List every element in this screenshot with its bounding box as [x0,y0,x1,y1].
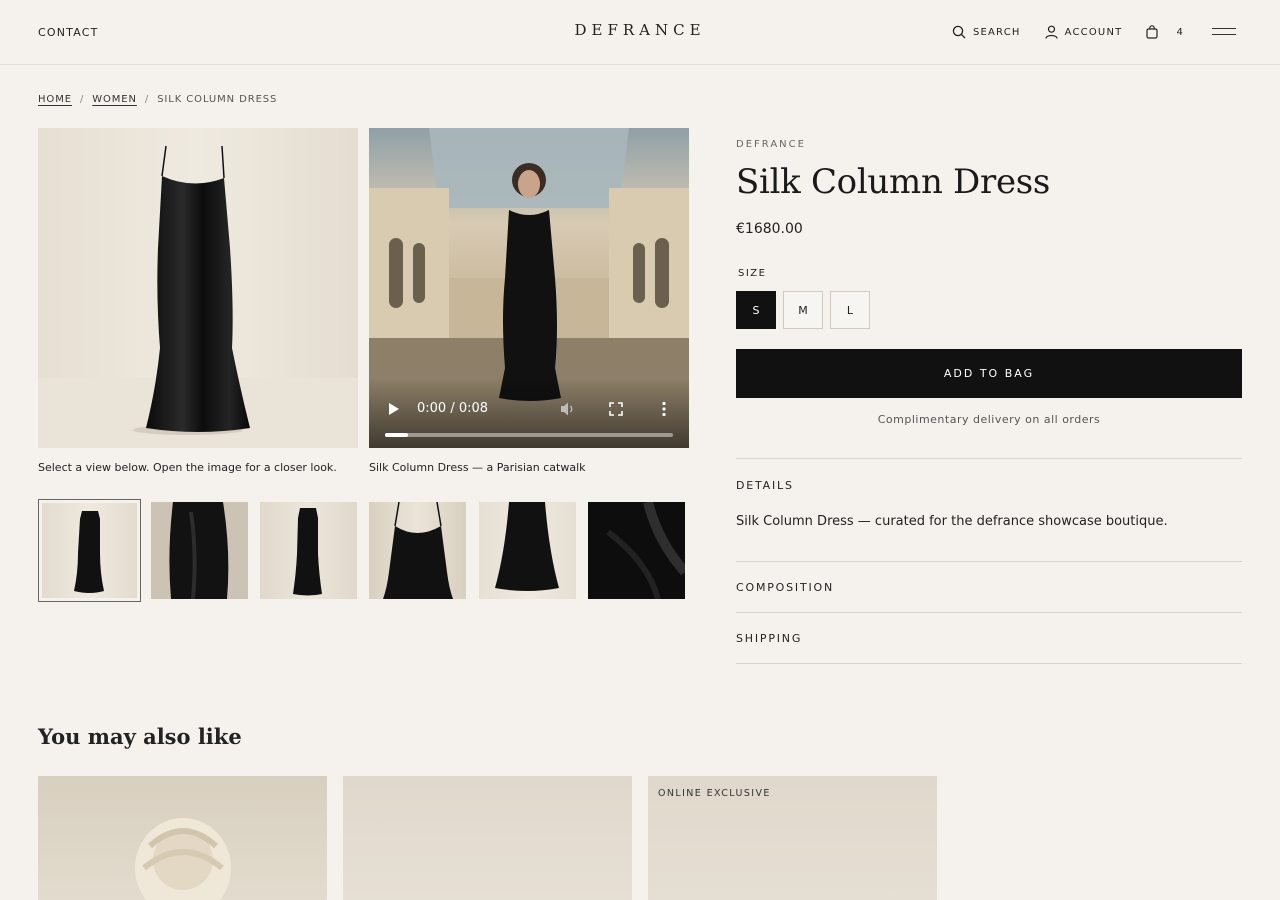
delivery-note: Complimentary delivery on all orders [877,413,1101,426]
breadcrumb-current: SILK COLUMN DRESS [157,94,278,105]
video-progress-fill [385,433,409,437]
size-button-m[interactable]: M [783,291,823,329]
thumbnail-6[interactable] [588,499,691,602]
recommendations-title: You may also like [38,724,242,749]
main-product-image[interactable] [38,128,358,448]
thumbnail-1[interactable] [38,499,141,602]
thumbnail-image [151,502,248,599]
bag-count: 4 [1176,26,1184,38]
thumbnail-image [369,502,466,599]
breadcrumb-separator: / [144,94,150,105]
bag-button[interactable]: 4 [1146,25,1184,39]
details-section: DETAILS Silk Column Dress — curated for … [736,458,1242,561]
size-label: SIZE [738,268,767,279]
site-header: CONTACT DEFRANCE SEARCH ACCOUNT 4 [0,0,1280,65]
breadcrumb-separator: / [79,94,85,105]
recommendation-card-1[interactable] [38,776,327,900]
product-brand[interactable]: DEFRANCE [736,139,806,150]
more-options-icon[interactable] [661,401,667,417]
video-caption: Silk Column Dress — a Parisian catwalk [369,461,586,474]
shopping-bag-icon [1146,25,1159,39]
catwalk-video-player[interactable]: 0:00 / 0:08 [369,128,689,448]
details-text: Silk Column Dress — curated for the defr… [736,514,1168,529]
shipping-toggle[interactable]: SHIPPING [736,632,802,645]
thumbnail-5[interactable] [479,499,582,602]
scarf-image [135,818,231,900]
account-label: ACCOUNT [1064,26,1123,38]
account-button[interactable]: ACCOUNT [1045,25,1123,39]
details-toggle[interactable]: DETAILS [736,479,794,492]
thumbnail-3[interactable] [260,499,363,602]
breadcrumb-home[interactable]: HOME [38,94,72,105]
size-button-s[interactable]: S [736,291,776,329]
thumbnail-image [260,502,357,599]
volume-icon[interactable] [560,401,576,417]
shipping-section: SHIPPING [736,612,1242,664]
thumbnail-image [588,502,685,599]
image-caption: Select a view below. Open the image for … [38,461,337,474]
video-progress-bar[interactable] [385,433,673,437]
product-title: Silk Column Dress [736,162,1051,202]
video-time: 0:00 / 0:08 [417,401,489,416]
search-icon [952,25,966,39]
recommendation-card-2[interactable] [343,776,632,900]
video-controls: 0:00 / 0:08 [369,378,689,448]
dress-image [38,128,358,448]
recommendation-card-3[interactable]: ONLINE EXCLUSIVE [648,776,937,900]
user-icon [1045,25,1058,39]
menu-icon[interactable] [1212,27,1236,37]
breadcrumb: HOME / WOMEN / SILK COLUMN DRESS [38,94,277,105]
fullscreen-icon[interactable] [609,402,623,416]
composition-toggle[interactable]: COMPOSITION [736,581,834,594]
composition-section: COMPOSITION [736,561,1242,612]
online-exclusive-badge: ONLINE EXCLUSIVE [658,788,771,799]
size-selector: S M L [736,291,877,329]
add-to-bag-button[interactable]: ADD TO BAG [736,349,1242,398]
header-actions: SEARCH ACCOUNT 4 [928,22,1236,42]
search-label: SEARCH [972,26,1021,38]
thumbnail-2[interactable] [151,499,254,602]
thumbnail-image [479,502,576,599]
thumbnail-image [42,503,137,598]
play-icon[interactable] [388,402,400,416]
product-price: €1680.00 [736,221,803,237]
search-button[interactable]: SEARCH [952,25,1021,39]
thumbnail-4[interactable] [369,499,472,602]
breadcrumb-women[interactable]: WOMEN [92,94,137,105]
size-button-l[interactable]: L [830,291,870,329]
